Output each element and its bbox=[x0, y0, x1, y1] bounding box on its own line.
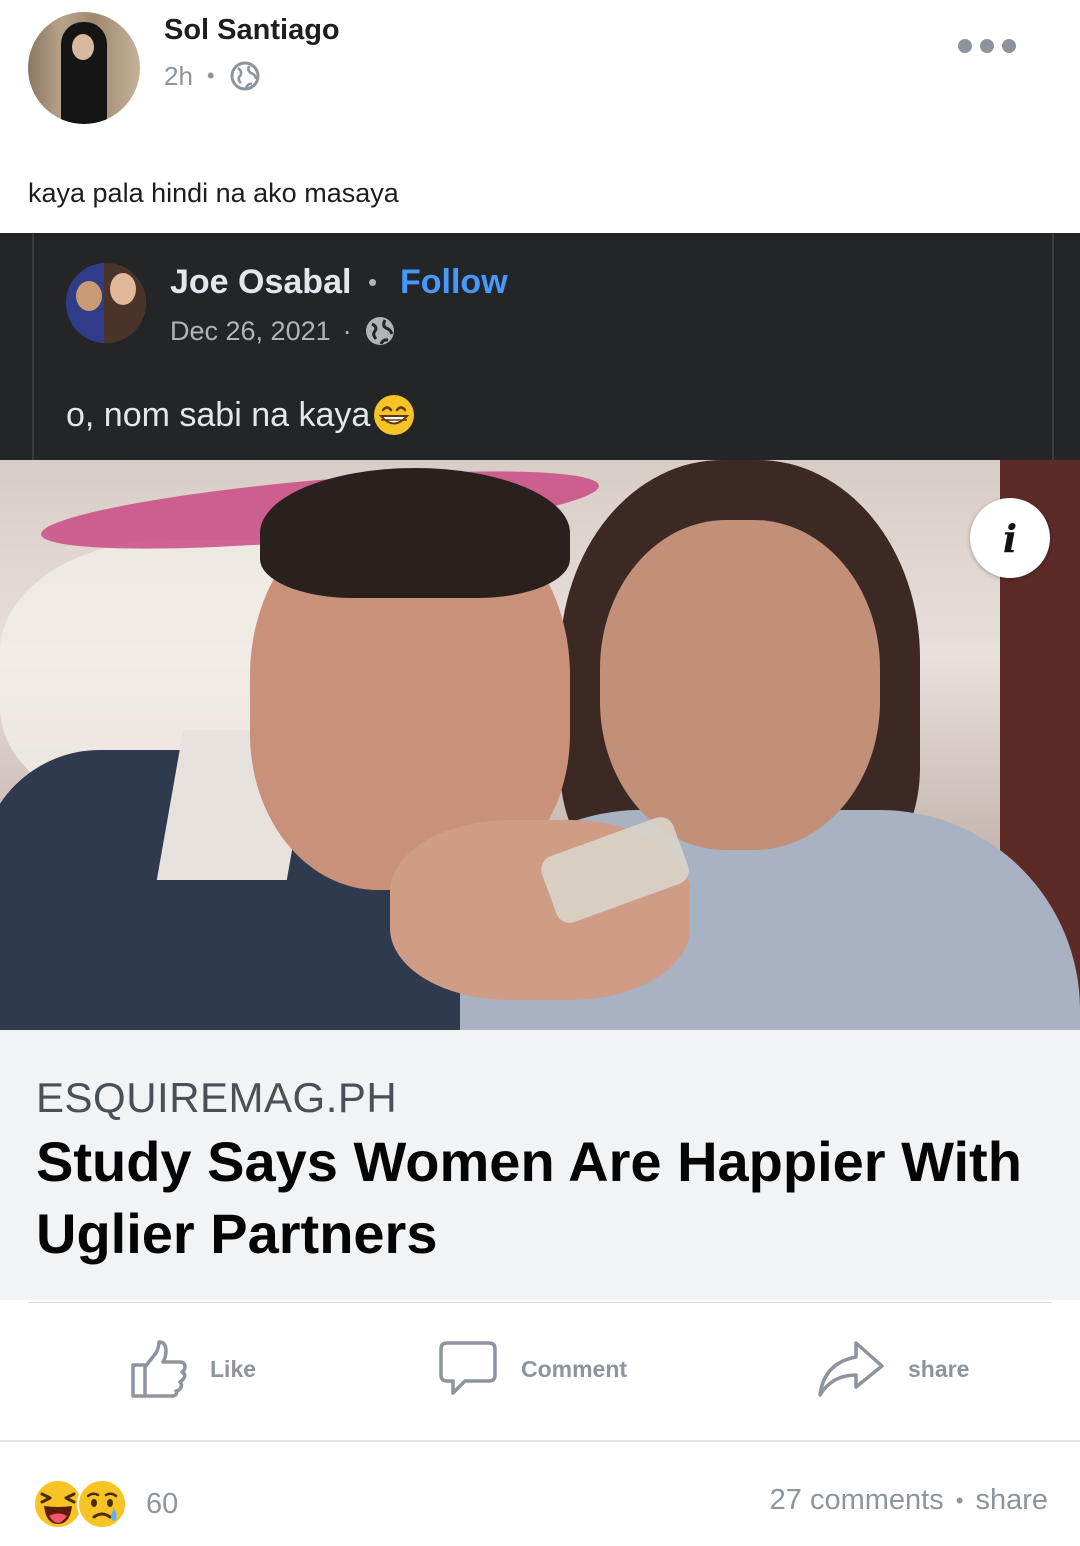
post-meta: 2h • bbox=[164, 60, 261, 92]
border-right bbox=[1052, 233, 1054, 460]
comment-bubble-icon bbox=[439, 1341, 497, 1395]
link-title[interactable]: Study Says Women Are Happier With Uglier… bbox=[36, 1126, 1036, 1270]
share-count-link[interactable]: share bbox=[975, 1484, 1048, 1517]
post-header: Sol Santiago 2h • bbox=[0, 0, 1080, 140]
thumbs-up-icon bbox=[131, 1340, 187, 1398]
globe-icon bbox=[365, 317, 394, 345]
post-stats: 27 comments • share bbox=[770, 1484, 1048, 1517]
info-icon[interactable]: i bbox=[970, 498, 1050, 578]
photo-woman-face bbox=[600, 520, 880, 850]
shared-post-header: Joe Osabal • Follow Dec 26, 2021 · o, no… bbox=[0, 233, 1080, 460]
link-domain: ESQUIREMAG.PH bbox=[36, 1074, 398, 1121]
share-arrow-icon bbox=[818, 1341, 884, 1397]
stats-separator: • bbox=[955, 1487, 964, 1513]
more-dot bbox=[1002, 39, 1016, 53]
reaction-count: 60 bbox=[146, 1487, 179, 1520]
post-time[interactable]: 2h bbox=[164, 61, 193, 92]
shared-post-text: o, nom sabi na kaya bbox=[66, 393, 416, 437]
globe-icon bbox=[230, 61, 260, 91]
share-label: share bbox=[908, 1355, 970, 1382]
like-button[interactable]: Like bbox=[130, 1337, 256, 1401]
shared-post-date[interactable]: Dec 26, 2021 bbox=[170, 316, 331, 347]
info-icon-glyph: i bbox=[1002, 515, 1018, 561]
like-label: Like bbox=[210, 1355, 257, 1382]
link-preview[interactable]: ESQUIREMAG.PH Study Says Women Are Happi… bbox=[0, 1030, 1080, 1300]
shared-author-name[interactable]: Joe Osabal bbox=[170, 263, 351, 302]
comment-label: Comment bbox=[521, 1355, 628, 1382]
avatar-right-face bbox=[110, 273, 136, 305]
action-bar: Like Comment share bbox=[0, 1303, 1080, 1439]
author-name[interactable]: Sol Santiago bbox=[164, 14, 340, 47]
sad-tear-face-icon bbox=[77, 1479, 127, 1529]
meta-separator: • bbox=[206, 63, 215, 88]
share-button[interactable]: share bbox=[816, 1337, 969, 1401]
comments-count-link[interactable]: 27 comments bbox=[770, 1484, 944, 1517]
date-separator: · bbox=[342, 315, 352, 346]
shared-post[interactable]: Joe Osabal • Follow Dec 26, 2021 · o, no… bbox=[0, 233, 1080, 1303]
shared-post-text-content: o, nom sabi na kaya bbox=[66, 395, 371, 434]
border-left bbox=[32, 233, 34, 460]
photo-man-hair bbox=[260, 468, 570, 598]
shared-photo[interactable]: i bbox=[0, 460, 1080, 1030]
grinning-face-emoji bbox=[374, 395, 415, 435]
more-dot bbox=[958, 39, 972, 53]
shared-post-meta: Dec 26, 2021 · bbox=[170, 315, 396, 347]
divider bbox=[0, 1440, 1080, 1442]
author-avatar[interactable] bbox=[28, 12, 140, 124]
name-separator: • bbox=[368, 267, 378, 297]
avatar-face bbox=[72, 34, 94, 60]
more-options-icon[interactable] bbox=[958, 34, 1022, 58]
avatar-left-face bbox=[76, 281, 102, 311]
post-text: kaya pala hindi na ako masaya bbox=[28, 178, 399, 208]
follow-button[interactable]: Follow bbox=[400, 263, 508, 302]
comment-button[interactable]: Comment bbox=[437, 1337, 627, 1401]
shared-author-avatar[interactable] bbox=[66, 263, 146, 343]
more-dot bbox=[980, 39, 994, 53]
reactions-summary[interactable]: 60 bbox=[32, 1474, 178, 1534]
